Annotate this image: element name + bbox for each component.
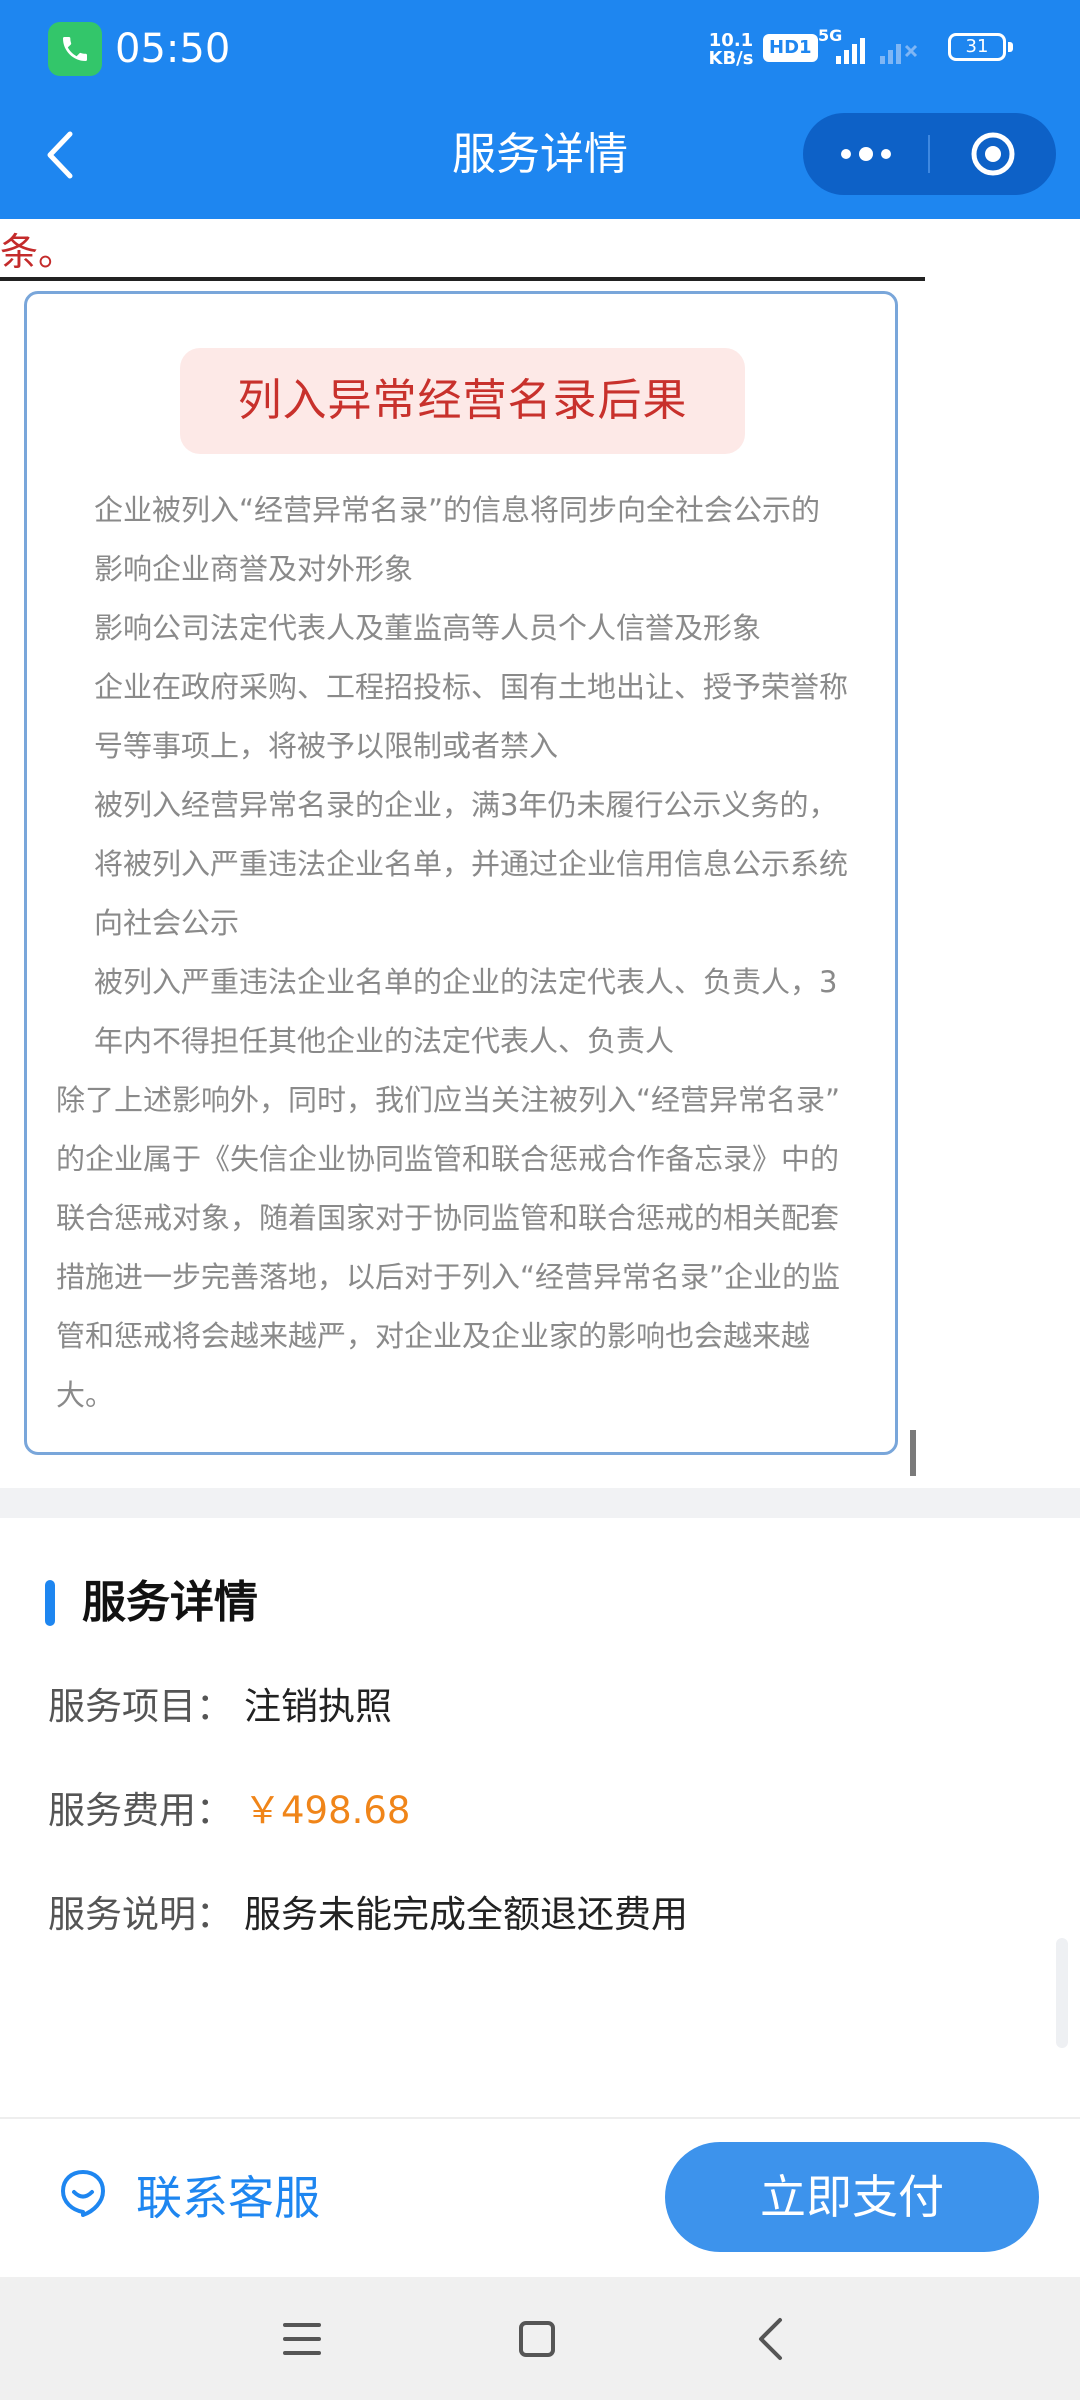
back-icon[interactable] (36, 122, 86, 188)
battery-icon: 31 (948, 33, 1006, 61)
content-divider (0, 277, 925, 281)
service-fee-value: ￥498.68 (244, 1789, 411, 1832)
card-paragraph-line: 联合惩戒对象，随着国家对于协同监管和联合惩戒的相关配套 (56, 1201, 840, 1235)
card-line: 企业被列入“经营异常名录”的信息将同步向全社会公示的 (94, 493, 821, 527)
card-line: 年内不得担任其他企业的法定代表人、负责人 (94, 1024, 675, 1058)
network-speed-unit: KB/s (708, 48, 754, 69)
page-title: 服务详情 (452, 129, 628, 180)
card-line: 号等事项上，将被予以限制或者禁入 (94, 729, 559, 763)
nav-back-icon[interactable] (755, 2316, 785, 2362)
signal-icon: 5G (818, 28, 930, 68)
section-accent-bar (45, 1580, 55, 1626)
section-separator (0, 1488, 1080, 1518)
header-bar: 05:50 10.1 KB/s HD1 5G 31 服务详情 (0, 0, 1080, 219)
network-speed: 10.1 KB/s (706, 32, 756, 68)
target-icon[interactable] (969, 130, 1017, 178)
card-line: 被列入严重违法企业名单的企业的法定代表人、负责人，3 (94, 965, 838, 999)
card-title: 列入异常经营名录后果 (180, 348, 745, 454)
truncated-text: 条。 (0, 230, 77, 274)
card-line: 影响企业商誉及对外形象 (94, 552, 414, 586)
section-title: 服务详情 (82, 1577, 258, 1628)
battery-level: 31 (965, 36, 989, 57)
clock-time: 05:50 (115, 26, 231, 72)
home-icon[interactable] (518, 2320, 556, 2358)
scrollbar[interactable] (1056, 1938, 1068, 2048)
card-paragraph-line: 大。 (56, 1378, 115, 1412)
hd-badge: HD1 (763, 34, 818, 62)
card-paragraph-line: 措施进一步完善落地，以后对于列入“经营异常名录”企业的监 (56, 1260, 841, 1294)
service-item-value: 注销执照 (244, 1685, 392, 1728)
customer-service-icon[interactable] (58, 2168, 108, 2218)
service-fee-label: 服务费用： (48, 1789, 233, 1832)
status-bar: 05:50 10.1 KB/s HD1 5G 31 (0, 0, 1080, 100)
service-desc-value: 服务未能完成全额退还费用 (244, 1893, 688, 1936)
menu-icon[interactable] (283, 2321, 321, 2357)
card-line: 被列入经营异常名录的企业，满3年仍未履行公示义务的， (94, 788, 838, 822)
card-line: 向社会公示 (94, 906, 240, 940)
service-item-label: 服务项目： (48, 1685, 233, 1728)
text-cursor-mark (910, 1430, 916, 1476)
service-desc-label: 服务说明： (48, 1893, 233, 1936)
mini-program-capsule (803, 113, 1056, 195)
more-icon[interactable] (803, 113, 928, 195)
battery-tip (1008, 42, 1013, 52)
card-paragraph-line: 除了上述影响外，同时，我们应当关注被列入“经营异常名录” (56, 1083, 841, 1117)
card-line: 将被列入严重违法企业名单，并通过企业信用信息公示系统 (94, 847, 849, 881)
bottom-divider (0, 2117, 1080, 2119)
card-line: 企业在政府采购、工程招投标、国有土地出让、授予荣誉称 (94, 670, 849, 704)
capsule-divider (928, 135, 930, 173)
card-paragraph-line: 的企业属于《失信企业协同监管和联合惩戒合作备忘录》中的 (56, 1142, 840, 1176)
phone-call-icon[interactable] (48, 22, 102, 76)
pay-now-button[interactable]: 立即支付 (665, 2142, 1039, 2252)
card-line: 影响公司法定代表人及董监高等人员个人信誉及形象 (94, 611, 762, 645)
card-paragraph-line: 管和惩戒将会越来越严，对企业及企业家的影响也会越来越 (56, 1319, 811, 1353)
contact-service-button[interactable]: 联系客服 (136, 2166, 320, 2230)
